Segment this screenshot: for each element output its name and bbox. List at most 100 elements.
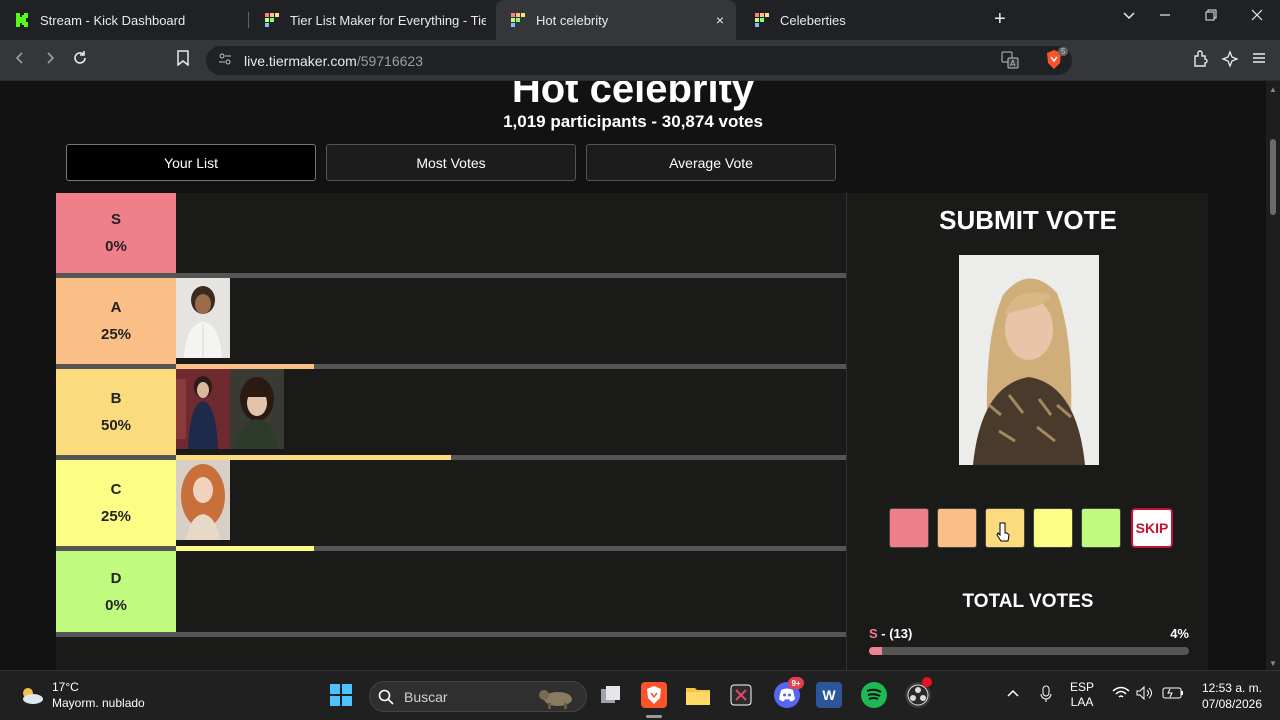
tier-letter: C — [110, 481, 122, 498]
submit-vote-title: SUBMIT VOTE — [939, 205, 1117, 235]
reload-icon[interactable] — [72, 50, 88, 71]
tier-percent: 50% — [100, 417, 132, 434]
vote-button-s[interactable] — [889, 508, 929, 548]
tab-separator — [248, 12, 249, 28]
tab-most-votes[interactable]: Most Votes — [326, 144, 576, 181]
language-indicator[interactable]: ESP LAA — [1070, 680, 1094, 710]
total-votes-bar — [869, 647, 1189, 655]
tier-row-a: A 25% — [56, 278, 846, 369]
tier-label-d: D 0% — [56, 551, 176, 632]
new-tab-button[interactable]: + — [994, 8, 1006, 31]
tray-overflow-chevron-icon[interactable] — [1006, 687, 1020, 701]
wifi-icon[interactable] — [1112, 686, 1130, 703]
address-toolbar: live.tiermaker.com/59716623 A 5 — [0, 40, 1280, 81]
tab-title: Hot celebrity — [536, 12, 609, 28]
site-settings-icon[interactable] — [218, 52, 234, 69]
leo-ai-icon[interactable] — [1221, 50, 1239, 73]
total-votes-row: S - (13) 4% — [869, 626, 1189, 641]
bookmark-icon[interactable] — [176, 50, 190, 71]
tier-row-s: S 0% — [56, 193, 846, 278]
battery-icon[interactable] — [1162, 686, 1184, 703]
clock-time: 12:53 a. m. — [1201, 681, 1262, 695]
total-votes-percent: 4% — [1170, 626, 1189, 641]
back-icon[interactable] — [12, 50, 28, 71]
tab-celeberties[interactable]: Celeberties — [740, 0, 980, 40]
tier-progress-track — [56, 632, 846, 637]
language-code: ESP — [1070, 680, 1095, 694]
volume-icon[interactable] — [1136, 685, 1154, 703]
task-view-icon[interactable] — [598, 682, 624, 708]
tier-letter: S — [110, 211, 121, 228]
url-bar[interactable]: live.tiermaker.com/59716623 — [206, 46, 1072, 75]
tab-hot-celebrity[interactable]: Hot celebrity × — [496, 0, 736, 40]
celebrity-thumbnail[interactable] — [176, 460, 230, 540]
tab-title: Stream - Kick Dashboard — [40, 12, 186, 28]
celebrity-thumbnail[interactable] — [176, 278, 230, 358]
brave-browser-icon[interactable] — [641, 682, 667, 708]
tier-letter: B — [110, 390, 122, 407]
vote-button-d[interactable] — [1081, 508, 1121, 548]
microphone-icon[interactable] — [1040, 685, 1052, 706]
tiermaker-icon — [265, 13, 279, 27]
tab-search-chevron-icon[interactable] — [1122, 8, 1136, 27]
tier-label-b: B 50% — [56, 369, 176, 455]
page-content: Hot celebrity 1,019 participants - 30,87… — [0, 81, 1266, 670]
cloudy-weather-icon — [23, 688, 43, 704]
windows-start-icon[interactable] — [328, 682, 354, 708]
vote-button-c[interactable] — [1033, 508, 1073, 548]
discord-notification-badge: 9+ — [788, 677, 804, 689]
tab-average-vote[interactable]: Average Vote — [586, 144, 836, 181]
celebrity-thumbnail[interactable] — [176, 369, 230, 449]
participants-stats: 1,019 participants - 30,874 votes — [503, 112, 763, 131]
kick-icon — [14, 12, 30, 28]
url-text: live.tiermaker.com/59716623 — [244, 53, 423, 69]
tab-tiermaker[interactable]: Tier List Maker for Everything - TierMak… — [250, 0, 494, 40]
recording-indicator — [922, 677, 932, 687]
celebrity-thumbnail[interactable] — [230, 369, 284, 449]
tier-label-a: A 25% — [56, 278, 176, 364]
menu-icon[interactable] — [1251, 50, 1267, 71]
url-host: live.tiermaker.com — [244, 52, 357, 69]
total-votes-tier-letter: S — [869, 626, 878, 641]
scrollbar-thumb[interactable] — [1270, 139, 1276, 215]
translate-icon[interactable]: A — [1001, 51, 1019, 72]
tab-kick-dashboard[interactable]: Stream - Kick Dashboard — [0, 0, 248, 40]
active-app-indicator — [646, 715, 662, 718]
scroll-up-icon[interactable]: ▲ — [1269, 85, 1277, 94]
vote-button-a[interactable] — [937, 508, 977, 548]
page-title: Hot celebrity — [511, 81, 755, 111]
forward-icon[interactable] — [42, 50, 58, 71]
tab-title: Celeberties — [780, 12, 846, 28]
tier-letter: A — [110, 299, 122, 316]
svg-text:A: A — [1010, 59, 1016, 68]
system-clock[interactable]: 12:53 a. m. 07/08/2026 — [1196, 680, 1262, 712]
tier-percent: 0% — [105, 596, 127, 614]
tab-title: Tier List Maker for Everything - TierMak… — [290, 12, 486, 28]
extensions-icon[interactable] — [1192, 50, 1210, 73]
keyboard-layout: LAA — [1070, 695, 1094, 709]
close-window-icon[interactable] — [1250, 8, 1264, 27]
weather-widget[interactable]: 17°C Mayorm. nublado — [18, 679, 145, 711]
search-placeholder: Buscar — [404, 688, 448, 705]
close-tab-icon[interactable]: × — [716, 12, 724, 28]
page-scrollbar[interactable]: ▲ ▼ — [1266, 81, 1280, 670]
snipping-tool-icon[interactable] — [728, 682, 754, 708]
search-icon — [378, 689, 394, 705]
tier-letter: D — [110, 569, 122, 587]
scroll-down-icon[interactable]: ▼ — [1269, 659, 1277, 668]
skip-button[interactable]: SKIP — [1131, 508, 1173, 548]
spotify-icon[interactable] — [861, 682, 887, 708]
total-votes-count: - (13) — [877, 626, 913, 641]
tier-percent: 0% — [105, 238, 127, 255]
file-explorer-icon[interactable] — [685, 682, 711, 708]
tier-percent: 25% — [100, 508, 132, 525]
tab-your-list[interactable]: Your List — [66, 144, 316, 181]
windows-taskbar: 17°C Mayorm. nublado Buscar 9+ W ESP LAA… — [0, 670, 1280, 720]
minimize-icon[interactable] — [1158, 8, 1172, 27]
tier-label-c: C 25% — [56, 460, 176, 546]
restore-icon[interactable] — [1204, 8, 1218, 27]
taskbar-search[interactable]: Buscar — [369, 681, 587, 712]
word-icon[interactable]: W — [816, 682, 842, 708]
total-votes-bar-fill — [869, 647, 882, 655]
weather-temperature: 17°C — [52, 680, 79, 694]
